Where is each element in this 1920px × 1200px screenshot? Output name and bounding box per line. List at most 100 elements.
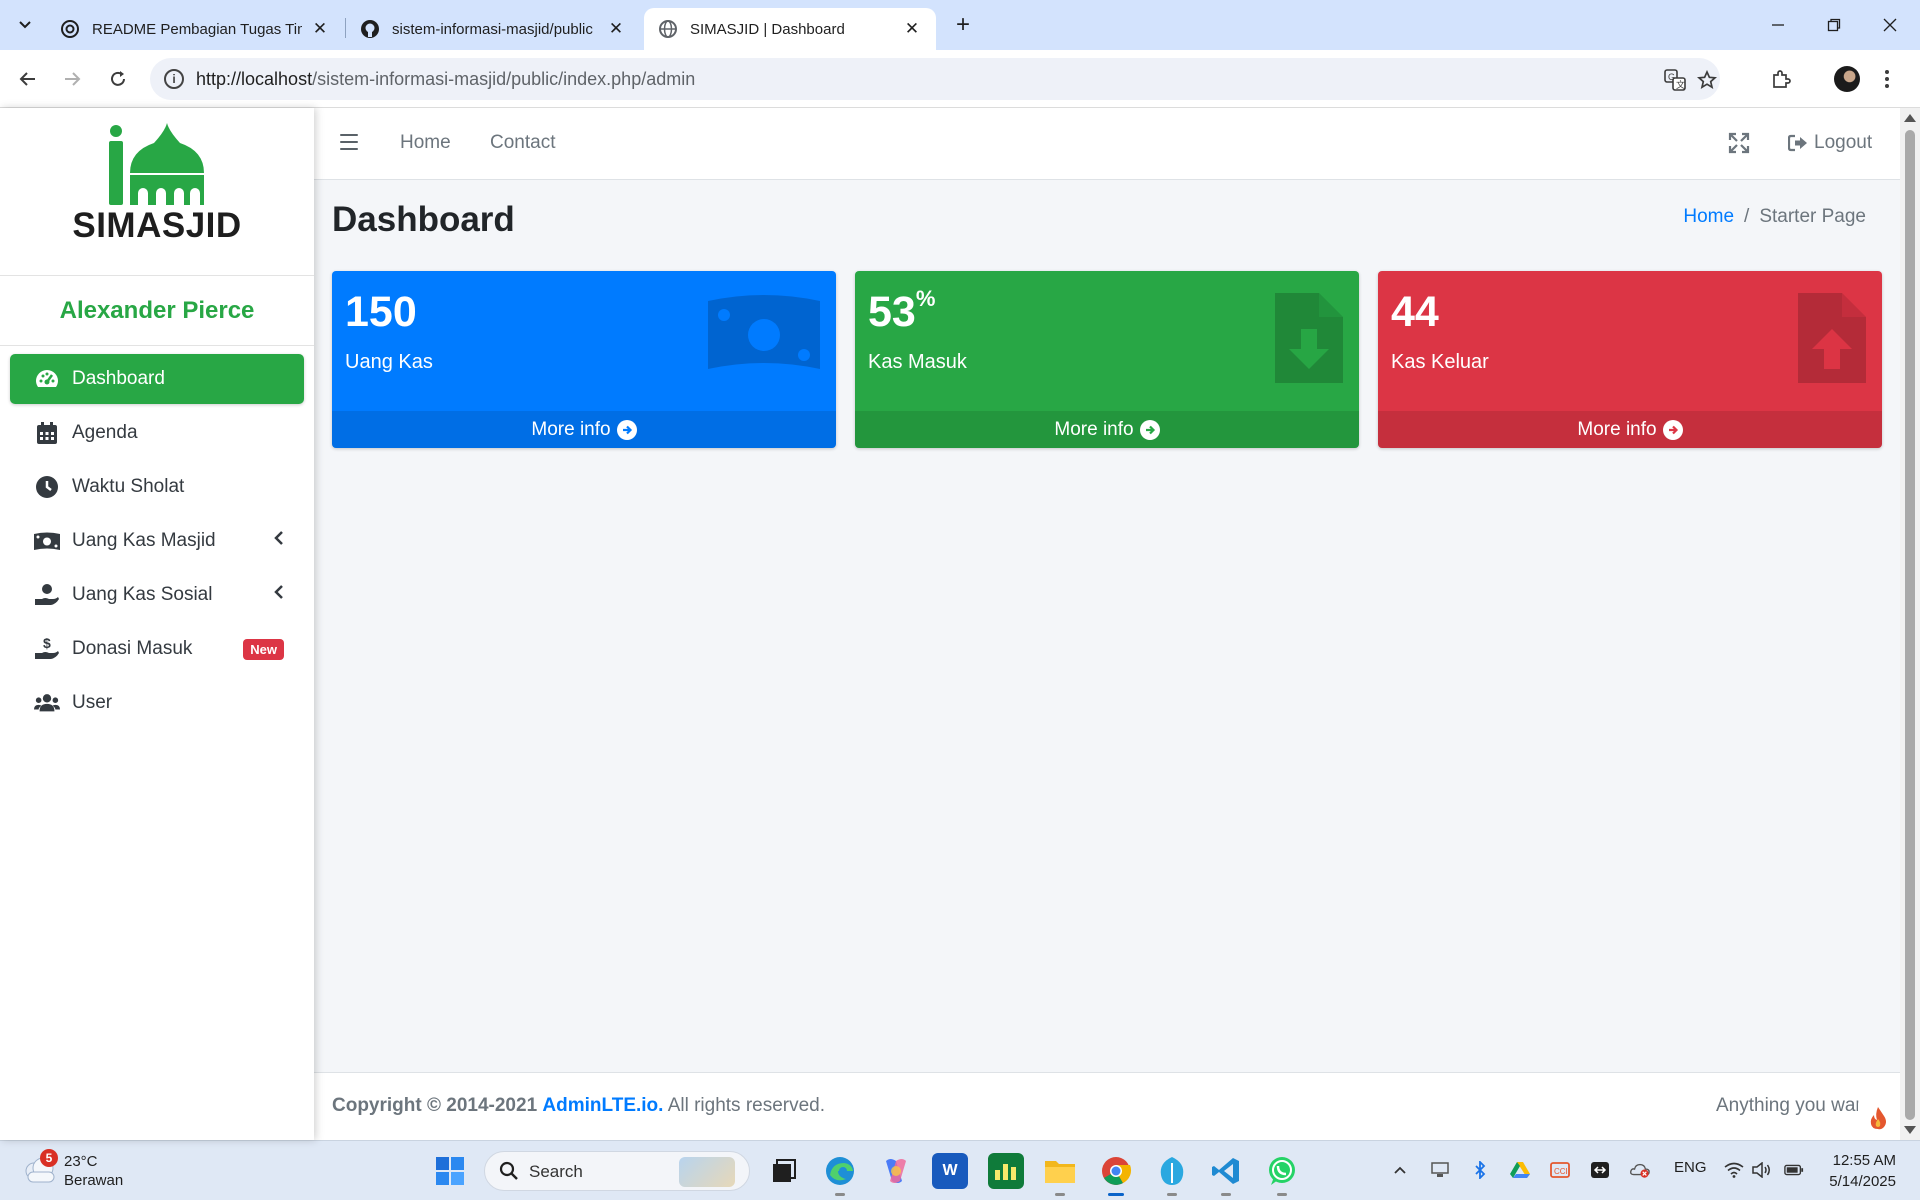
sidebar-item-label: Donasi Masuk (72, 638, 193, 659)
more-info-link[interactable]: More info (332, 411, 836, 448)
clock-time: 12:55 AM (1832, 1152, 1896, 1169)
back-button[interactable] (12, 63, 44, 95)
remote-tray-icon[interactable] (1590, 1160, 1610, 1180)
word-app[interactable]: W (932, 1153, 968, 1189)
taskbar: 5 23°C Berawan Search W CCI ENG 12:55 AM… (0, 1140, 1920, 1200)
money-bill-icon (708, 295, 820, 369)
chart-app-icon (995, 1164, 1016, 1180)
sidebar-item-donasi-masuk[interactable]: $ Donasi Masuk New (10, 624, 304, 674)
sidebar-item-label: User (72, 692, 113, 713)
fire-icon[interactable] (1858, 1098, 1898, 1138)
address-bar[interactable]: i http://localhost/sistem-informasi-masj… (150, 58, 1720, 100)
volume-icon[interactable] (1752, 1160, 1772, 1180)
more-info-link[interactable]: More info (855, 411, 1359, 448)
svg-text:$: $ (43, 637, 51, 651)
logout-button[interactable]: Logout (1788, 132, 1872, 154)
close-icon[interactable]: ✕ (902, 19, 922, 39)
browser-tab-simasjid[interactable]: SIMASJID | Dashboard ✕ (644, 8, 936, 50)
new-tab-button[interactable]: + (948, 10, 978, 40)
scroll-down-icon[interactable] (1904, 1126, 1916, 1134)
wifi-icon[interactable] (1724, 1160, 1744, 1180)
teams-app[interactable] (1154, 1153, 1190, 1196)
user-panel[interactable]: Alexander Pierce (0, 276, 314, 346)
adminlte-link[interactable]: AdminLTE.io. (542, 1095, 663, 1116)
weather-widget[interactable]: 5 23°C Berawan (22, 1149, 142, 1191)
close-icon[interactable]: ✕ (310, 19, 330, 39)
browser-menu-icon[interactable] (1872, 64, 1902, 94)
sidebar-item-uang-kas-sosial[interactable]: Uang Kas Sosial (10, 570, 304, 620)
bluetooth-icon[interactable] (1470, 1160, 1490, 1180)
copilot-app[interactable] (878, 1153, 914, 1189)
taskbar-search[interactable]: Search (484, 1151, 750, 1191)
globe-icon (659, 20, 677, 38)
fullscreen-icon[interactable] (1728, 132, 1750, 154)
star-icon[interactable] (1696, 69, 1718, 91)
restore-button[interactable] (1806, 0, 1862, 50)
profile-avatar[interactable] (1834, 66, 1860, 92)
brand[interactable]: SIMASJID (0, 108, 314, 276)
arrow-circle-right-icon (1662, 419, 1683, 440)
whatsapp-app[interactable] (1264, 1153, 1300, 1196)
sidebar: SIMASJID Alexander Pierce Dashboard Agen… (0, 108, 314, 1140)
site-info-icon[interactable]: i (164, 69, 184, 89)
chrome-app[interactable] (1098, 1153, 1134, 1196)
tab-search-button[interactable] (10, 10, 40, 40)
reload-button[interactable] (102, 63, 134, 95)
reload-icon (111, 71, 125, 86)
sidebar-item-waktu-sholat[interactable]: Waktu Sholat (10, 462, 304, 512)
market-app[interactable] (988, 1153, 1024, 1189)
translate-icon[interactable]: G文 (1664, 69, 1686, 91)
task-view-button[interactable] (766, 1153, 802, 1189)
edge-app[interactable] (822, 1153, 858, 1196)
top-navbar: Home Contact Logout (314, 108, 1900, 180)
onedrive-error-icon[interactable] (1630, 1160, 1650, 1180)
show-hidden-icons[interactable] (1390, 1160, 1410, 1180)
scroll-up-icon[interactable] (1904, 114, 1916, 122)
arrow-circle-right-icon (616, 419, 637, 440)
sidebar-item-dashboard[interactable]: Dashboard (10, 354, 304, 404)
breadcrumb-current: Starter Page (1759, 206, 1866, 227)
github-icon (361, 20, 379, 38)
sidebar-item-uang-kas-masjid[interactable]: Uang Kas Masjid (10, 516, 304, 566)
taskbar-clock[interactable]: 12:55 AM 5/14/2025 (1822, 1150, 1896, 1192)
minimize-button[interactable] (1750, 0, 1806, 50)
vscode-app[interactable] (1208, 1153, 1244, 1196)
app-tray-icon[interactable]: CCI (1550, 1160, 1570, 1180)
copilot-icon (886, 1159, 906, 1183)
tachometer-icon (34, 366, 60, 392)
new-badge: New (243, 639, 284, 660)
chevron-left-icon (274, 585, 284, 604)
nav-home-link[interactable]: Home (400, 132, 451, 154)
sidebar-item-label: Agenda (72, 422, 138, 443)
battery-icon[interactable] (1784, 1160, 1804, 1180)
close-window-button[interactable] (1862, 0, 1918, 50)
forward-button[interactable] (56, 63, 88, 95)
google-drive-icon[interactable] (1510, 1160, 1530, 1180)
breadcrumb-home-link[interactable]: Home (1683, 206, 1734, 227)
sidebar-item-label: Uang Kas Masjid (72, 530, 216, 551)
close-icon[interactable]: ✕ (606, 19, 626, 39)
user-name[interactable]: Alexander Pierce (60, 297, 255, 325)
more-info-link[interactable]: More info (1378, 411, 1882, 448)
extensions-icon[interactable] (1766, 64, 1796, 94)
file-explorer-app[interactable] (1042, 1153, 1078, 1196)
task-view-icon (773, 1159, 796, 1182)
search-icon (499, 1161, 518, 1180)
sidebar-item-agenda[interactable]: Agenda (10, 408, 304, 458)
search-placeholder: Search (529, 1162, 583, 1181)
language-indicator[interactable]: ENG (1674, 1159, 1707, 1176)
scroll-thumb[interactable] (1905, 130, 1915, 1120)
page-scrollbar[interactable] (1900, 108, 1920, 1140)
browser-tab-github[interactable]: sistem-informasi-masjid/public ✕ (346, 8, 640, 50)
nav-contact-link[interactable]: Contact (490, 132, 555, 154)
start-button[interactable] (432, 1153, 468, 1189)
app-root: SIMASJID Alexander Pierce Dashboard Agen… (0, 108, 1920, 1140)
sidebar-item-user[interactable]: User (10, 678, 304, 728)
url-text[interactable]: http://localhost/sistem-informasi-masjid… (196, 69, 695, 90)
mosque-logo-icon (109, 123, 204, 205)
browser-tab-readme[interactable]: README Pembagian Tugas Tim ✕ (46, 8, 344, 50)
monitor-tray-icon[interactable] (1430, 1160, 1450, 1180)
brand-name: SIMASJID (72, 206, 242, 245)
menu-toggle-icon[interactable] (340, 134, 358, 150)
sidebar-item-label: Dashboard (72, 368, 165, 389)
